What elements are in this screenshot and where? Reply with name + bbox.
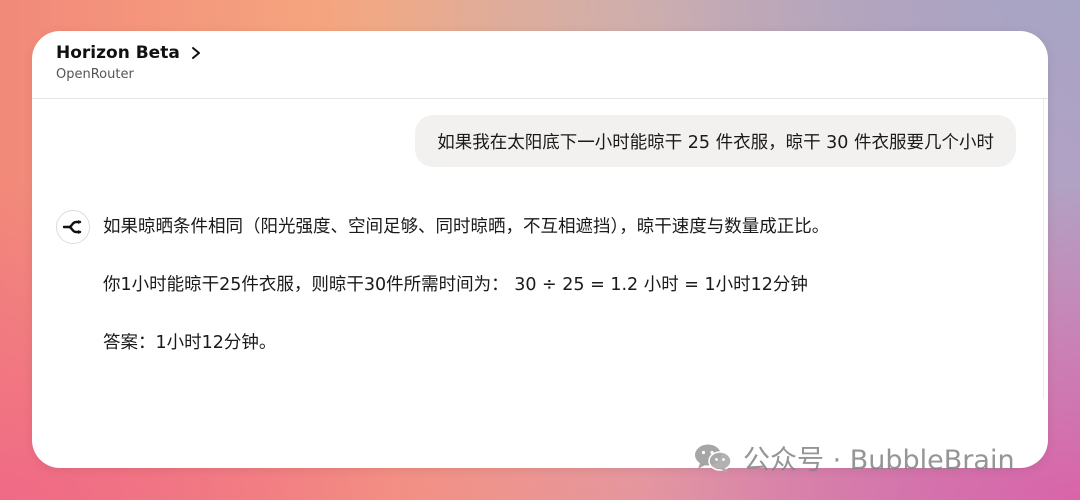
provider-name: OpenRouter [56,67,134,82]
assistant-message-line: 答案：1小时12分钟。 [103,333,277,353]
chat-header: Horizon Beta OpenRouter [32,31,1048,99]
assistant-avatar [56,210,90,244]
chevron-right-icon [191,47,200,59]
wechat-icon [695,444,732,473]
watermark: 公众号 · BubbleBrain [693,438,1015,477]
assistant-message-line: 如果晾晒条件相同（阳光强度、空间足够、同时晾晒，不互相遮挡），晾干速度与数量成正… [103,217,830,237]
model-name: Horizon Beta [56,43,180,63]
openrouter-logo-icon [63,220,82,234]
watermark-text: 公众号 · BubbleBrain [743,445,1015,476]
chat-window: Horizon Beta OpenRouter 如果我在太阳底下一小时能晾干 2… [32,31,1048,468]
user-message: 如果我在太阳底下一小时能晾干 25 件衣服，晾干 30 件衣服要几个小时 [415,115,1016,167]
assistant-message-line: 你1小时能晾干25件衣服，则晾干30件所需时间为： 30 ÷ 25 = 1.2 … [103,275,808,295]
scrollbar[interactable] [1043,99,1044,399]
model-selector[interactable]: Horizon Beta [56,43,202,63]
